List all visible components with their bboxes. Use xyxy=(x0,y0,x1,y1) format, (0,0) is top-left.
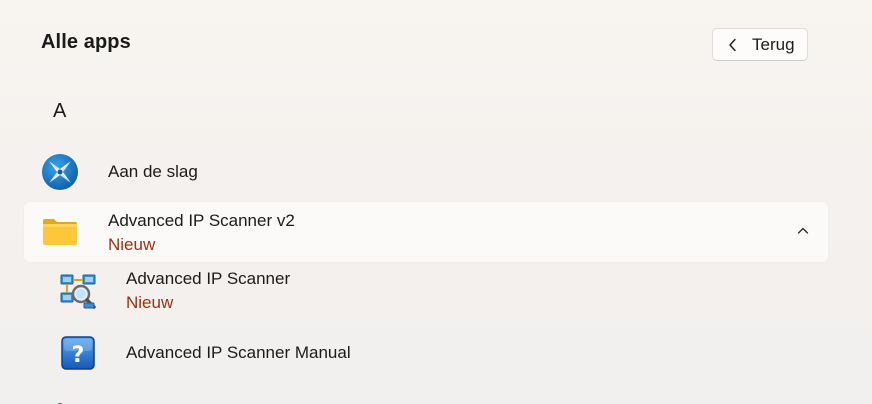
new-badge: Nieuw xyxy=(126,293,174,312)
chevron-up-icon[interactable] xyxy=(796,224,810,238)
section-letter-header[interactable]: A xyxy=(53,100,66,123)
app-folder-advanced-ip-scanner-v2[interactable]: Advanced IP Scanner v2 Nieuw xyxy=(24,202,828,262)
page-title: Alle apps xyxy=(41,31,131,53)
folder-icon xyxy=(42,217,78,247)
app-item-label: Advanced IP Scanner Manual xyxy=(126,343,351,362)
partial-app-icon xyxy=(52,396,68,404)
chevron-left-icon xyxy=(723,38,743,52)
svg-text:?: ? xyxy=(72,343,85,368)
new-badge: Nieuw xyxy=(108,235,156,254)
app-folder-label: Advanced IP Scanner v2 xyxy=(108,211,295,230)
app-item-label: Advanced IP Scanner xyxy=(126,269,291,288)
help-icon: ? xyxy=(60,335,96,371)
app-item-label: Aan de slag xyxy=(108,162,198,181)
app-item-advanced-ip-scanner-manual[interactable]: ? Advanced IP Scanner Manual xyxy=(60,335,351,371)
back-button[interactable]: Terug xyxy=(712,28,808,61)
app-item-aan-de-slag[interactable]: Aan de slag xyxy=(41,154,198,190)
app-item-advanced-ip-scanner[interactable]: Advanced IP Scanner Nieuw xyxy=(58,269,290,313)
back-button-label: Terug xyxy=(752,34,795,54)
network-scanner-icon xyxy=(58,271,98,311)
get-started-icon xyxy=(41,153,79,191)
